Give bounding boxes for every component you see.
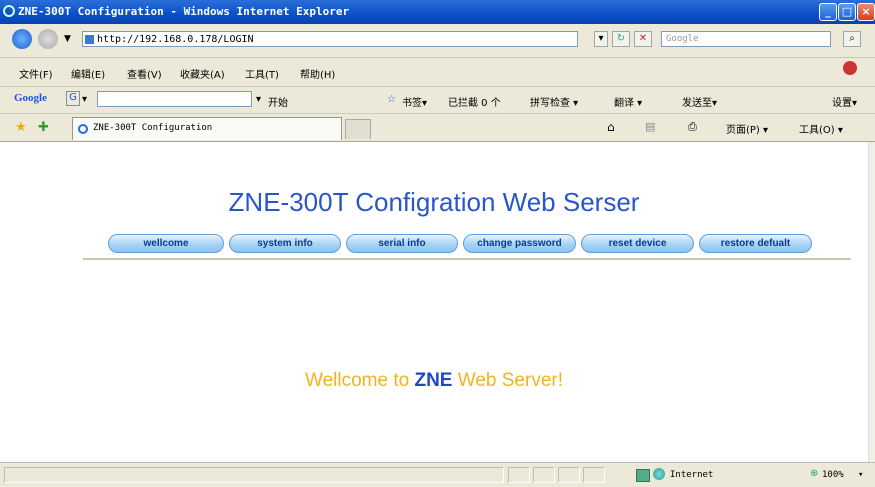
sendto-button[interactable]: 发送至▾ xyxy=(682,94,717,109)
nav-reset-device[interactable]: reset device xyxy=(581,234,694,253)
menu-tools[interactable]: 工具(T) xyxy=(245,66,279,81)
forward-button[interactable] xyxy=(38,29,58,49)
google-search-dropdown-icon[interactable]: ▾ xyxy=(256,94,261,105)
menu-help[interactable]: 帮助(H) xyxy=(300,66,335,81)
home-icon[interactable]: ⌂ xyxy=(607,120,615,134)
google-dropdown-icon[interactable]: ▾ xyxy=(82,94,87,105)
address-input[interactable]: http://192.168.0.178/LOGIN xyxy=(82,31,578,47)
status-panel xyxy=(533,467,555,483)
translate-button[interactable]: 翻译 ▾ xyxy=(614,94,642,109)
google-toolbar: Google G ▾ ▾ 开始 ☆ 书签▾ 已拦截 0 个 拼写检查 ▾ 翻译 … xyxy=(0,87,875,114)
page-heading: ZNE-300T Configration Web Serser xyxy=(228,187,640,217)
window-title-bar[interactable]: ZNE-300T Configuration - Windows Interne… xyxy=(0,0,875,24)
search-input[interactable]: Google xyxy=(661,31,831,47)
nav-divider xyxy=(83,258,851,260)
welcome-brand: ZNE xyxy=(414,370,453,391)
welcome-message: Wellcome to ZNE Web Server! xyxy=(0,370,868,392)
zoom-dropdown-icon[interactable]: ▾ xyxy=(858,470,863,480)
status-panel xyxy=(583,467,605,483)
vertical-scrollbar[interactable] xyxy=(868,142,875,462)
menu-bar: 文件(F) 编辑(E) 查看(V) 收藏夹(A) 工具(T) 帮助(H) xyxy=(0,58,875,87)
tools-menu-button[interactable]: 工具(O) ▾ xyxy=(799,121,843,136)
google-start-button[interactable]: 开始 xyxy=(268,94,288,109)
page-menu-button[interactable]: 页面(P) ▾ xyxy=(726,121,768,136)
protected-mode-icon xyxy=(636,469,650,482)
zoom-icon: ⊕ xyxy=(810,468,819,479)
tab-zne-config[interactable]: ZNE-300T Configuration xyxy=(72,117,342,140)
window-title: ZNE-300T Configuration - Windows Interne… xyxy=(18,5,350,18)
bookmark-star-icon: ☆ xyxy=(387,94,396,105)
nav-change-password[interactable]: change password xyxy=(463,234,576,253)
page-content: ZNE-300T Configration Web Serser wellcom… xyxy=(0,142,868,462)
tab-bar: ★ ✚ ZNE-300T Configuration ⌂ ▤ ⎙ 页面(P) ▾… xyxy=(0,114,875,142)
add-favorite-icon[interactable]: ✚ xyxy=(38,120,49,135)
maximize-button[interactable]: □ xyxy=(838,3,856,21)
spellcheck-button[interactable]: 拼写检查 ▾ xyxy=(530,94,578,109)
status-message-panel xyxy=(4,467,504,483)
nav-system-info[interactable]: system info xyxy=(229,234,341,253)
address-url: http://192.168.0.178/LOGIN xyxy=(97,34,254,45)
zoom-level[interactable]: 100% xyxy=(822,470,844,480)
history-dropdown-icon[interactable]: ▼ xyxy=(64,34,71,44)
welcome-suffix: Web Server! xyxy=(452,370,563,391)
tab-ie-icon xyxy=(78,124,88,134)
google-search-input[interactable] xyxy=(97,91,252,107)
feeds-icon[interactable]: ▤ xyxy=(645,120,655,133)
nav-serial-info[interactable]: serial info xyxy=(346,234,458,253)
status-panel xyxy=(508,467,530,483)
google-logo: Google xyxy=(14,92,47,104)
minimize-button[interactable]: _ xyxy=(819,3,837,21)
zone-label: Internet xyxy=(670,470,714,480)
addon-icon[interactable] xyxy=(843,61,857,75)
page-icon xyxy=(85,35,94,44)
status-panel xyxy=(558,467,580,483)
google-g-icon[interactable]: G xyxy=(66,91,80,106)
nav-wellcome[interactable]: wellcome xyxy=(108,234,224,253)
ie-logo-icon xyxy=(3,5,15,17)
close-button[interactable]: × xyxy=(857,3,875,21)
menu-edit[interactable]: 编辑(E) xyxy=(71,66,105,81)
menu-view[interactable]: 查看(V) xyxy=(127,66,162,81)
status-bar: Internet ⊕ 100% ▾ xyxy=(0,462,875,487)
new-tab-button[interactable] xyxy=(345,119,371,139)
popup-blocked-button[interactable]: 已拦截 0 个 xyxy=(448,94,501,109)
search-icon[interactable]: ⌕ xyxy=(843,31,861,47)
address-toolbar: ▼ http://192.168.0.178/LOGIN ▾ ↻ ✕ Googl… xyxy=(0,24,875,58)
tab-title: ZNE-300T Configuration xyxy=(93,123,213,133)
back-button[interactable] xyxy=(12,29,32,49)
nav-restore-defualt[interactable]: restore defualt xyxy=(699,234,812,253)
stop-button[interactable]: ✕ xyxy=(634,31,652,47)
refresh-button[interactable]: ↻ xyxy=(612,31,630,47)
internet-zone-icon xyxy=(653,468,665,480)
google-settings-button[interactable]: 设置▾ xyxy=(832,94,857,109)
print-icon[interactable]: ⎙ xyxy=(688,120,697,134)
favorites-star-icon[interactable]: ★ xyxy=(15,120,27,135)
address-dropdown-button[interactable]: ▾ xyxy=(594,31,608,47)
bookmarks-button[interactable]: 书签▾ xyxy=(402,94,427,109)
menu-file[interactable]: 文件(F) xyxy=(19,66,53,81)
welcome-prefix: Wellcome to xyxy=(305,370,415,391)
menu-favorites[interactable]: 收藏夹(A) xyxy=(180,66,225,81)
